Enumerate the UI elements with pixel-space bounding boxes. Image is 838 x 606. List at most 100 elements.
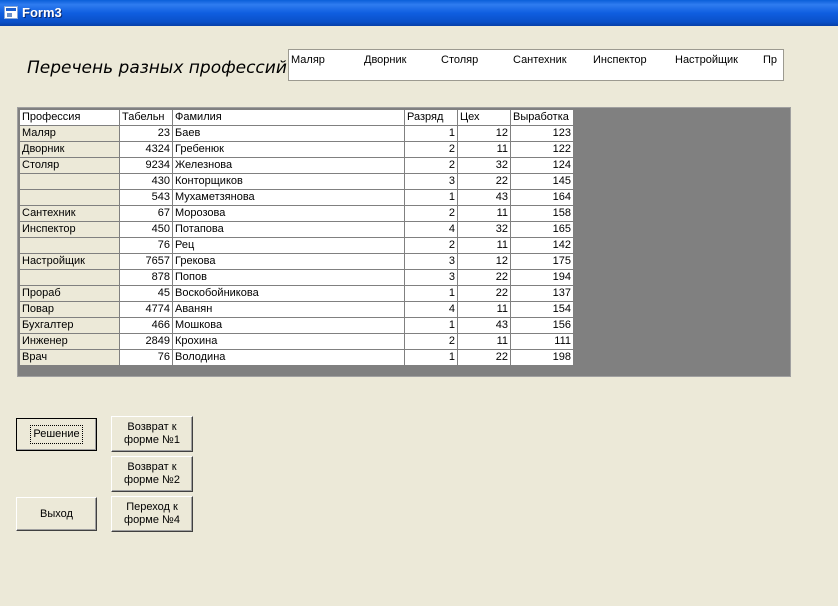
- cell-grade[interactable]: 1: [404, 285, 458, 302]
- cell-tab-number[interactable]: 4324: [119, 141, 173, 158]
- cell-surname[interactable]: Аванян: [172, 301, 405, 318]
- column-header-surname[interactable]: Фамилия: [172, 109, 405, 126]
- cell-profession[interactable]: [19, 173, 120, 190]
- table-row[interactable]: Дворник 4324 Гребенюк 2 11 122: [19, 141, 574, 158]
- cell-tab-number[interactable]: 4774: [119, 301, 173, 318]
- cell-surname[interactable]: Потапова: [172, 221, 405, 238]
- cell-workshop[interactable]: 11: [457, 141, 511, 158]
- cell-grade[interactable]: 1: [404, 317, 458, 334]
- cell-surname[interactable]: Гребенюк: [172, 141, 405, 158]
- cell-tab-number[interactable]: 76: [119, 237, 173, 254]
- list-item[interactable]: Инспектор: [593, 54, 647, 66]
- professions-listbox[interactable]: Маляр Дворник Столяр Сантехник Инспектор…: [288, 49, 784, 81]
- list-item[interactable]: Дворник: [364, 54, 406, 66]
- cell-output[interactable]: 122: [510, 141, 574, 158]
- cell-workshop[interactable]: 11: [457, 301, 511, 318]
- table-row[interactable]: 878 Попов 3 22 194: [19, 269, 574, 286]
- cell-grade[interactable]: 4: [404, 301, 458, 318]
- table-row[interactable]: Сантехник 67 Морозова 2 11 158: [19, 205, 574, 222]
- cell-surname[interactable]: Попов: [172, 269, 405, 286]
- table-row[interactable]: 76 Рец 2 11 142: [19, 237, 574, 254]
- cell-output[interactable]: 142: [510, 237, 574, 254]
- cell-profession[interactable]: Дворник: [19, 141, 120, 158]
- cell-output[interactable]: 164: [510, 189, 574, 206]
- cell-tab-number[interactable]: 878: [119, 269, 173, 286]
- cell-surname[interactable]: Рец: [172, 237, 405, 254]
- cell-workshop[interactable]: 43: [457, 189, 511, 206]
- table-row[interactable]: Бухгалтер 466 Мошкова 1 43 156: [19, 317, 574, 334]
- cell-grade[interactable]: 3: [404, 269, 458, 286]
- cell-surname[interactable]: Воскобойникова: [172, 285, 405, 302]
- cell-workshop[interactable]: 22: [457, 349, 511, 366]
- cell-surname[interactable]: Конторщиков: [172, 173, 405, 190]
- cell-workshop[interactable]: 12: [457, 253, 511, 270]
- cell-output[interactable]: 154: [510, 301, 574, 318]
- goto-form4-button[interactable]: Переход к форме №4: [111, 496, 193, 532]
- column-header-grade[interactable]: Разряд: [404, 109, 458, 126]
- column-header-profession[interactable]: Профессия: [19, 109, 120, 126]
- cell-workshop[interactable]: 11: [457, 333, 511, 350]
- cell-output[interactable]: 124: [510, 157, 574, 174]
- cell-output[interactable]: 165: [510, 221, 574, 238]
- cell-tab-number[interactable]: 2849: [119, 333, 173, 350]
- cell-output[interactable]: 198: [510, 349, 574, 366]
- cell-tab-number[interactable]: 67: [119, 205, 173, 222]
- cell-surname[interactable]: Баев: [172, 125, 405, 142]
- list-item[interactable]: Настройщик: [675, 54, 738, 66]
- cell-profession[interactable]: Врач: [19, 349, 120, 366]
- table-row[interactable]: 430 Конторщиков 3 22 145: [19, 173, 574, 190]
- table-row[interactable]: 543 Мухаметзянова 1 43 164: [19, 189, 574, 206]
- cell-output[interactable]: 145: [510, 173, 574, 190]
- cell-tab-number[interactable]: 7657: [119, 253, 173, 270]
- cell-surname[interactable]: Морозова: [172, 205, 405, 222]
- cell-tab-number[interactable]: 543: [119, 189, 173, 206]
- cell-workshop[interactable]: 32: [457, 157, 511, 174]
- cell-surname[interactable]: Мухаметзянова: [172, 189, 405, 206]
- cell-grade[interactable]: 2: [404, 157, 458, 174]
- back-to-form2-button[interactable]: Возврат к форме №2: [111, 456, 193, 492]
- cell-workshop[interactable]: 43: [457, 317, 511, 334]
- cell-workshop[interactable]: 12: [457, 125, 511, 142]
- cell-tab-number[interactable]: 450: [119, 221, 173, 238]
- list-item[interactable]: Маляр: [291, 54, 325, 66]
- cell-tab-number[interactable]: 76: [119, 349, 173, 366]
- cell-tab-number[interactable]: 430: [119, 173, 173, 190]
- table-row[interactable]: Повар 4774 Аванян 4 11 154: [19, 301, 574, 318]
- cell-surname[interactable]: Железнова: [172, 157, 405, 174]
- list-item[interactable]: Пр: [763, 54, 777, 66]
- cell-surname[interactable]: Крохина: [172, 333, 405, 350]
- cell-grade[interactable]: 2: [404, 333, 458, 350]
- cell-output[interactable]: 123: [510, 125, 574, 142]
- cell-tab-number[interactable]: 45: [119, 285, 173, 302]
- list-item[interactable]: Столяр: [441, 54, 478, 66]
- cell-output[interactable]: 111: [510, 333, 574, 350]
- cell-surname[interactable]: Володина: [172, 349, 405, 366]
- cell-workshop[interactable]: 22: [457, 173, 511, 190]
- cell-profession[interactable]: [19, 189, 120, 206]
- table-row[interactable]: Столяр 9234 Железнова 2 32 124: [19, 157, 574, 174]
- table-row[interactable]: Инженер 2849 Крохина 2 11 111: [19, 333, 574, 350]
- table-row[interactable]: Настройщик 7657 Грекова 3 12 175: [19, 253, 574, 270]
- back-to-form1-button[interactable]: Возврат к форме №1: [111, 416, 193, 452]
- exit-button[interactable]: Выход: [16, 497, 97, 531]
- title-bar[interactable]: Form3: [0, 0, 838, 26]
- cell-grade[interactable]: 3: [404, 253, 458, 270]
- cell-output[interactable]: 137: [510, 285, 574, 302]
- cell-profession[interactable]: Настройщик: [19, 253, 120, 270]
- cell-tab-number[interactable]: 23: [119, 125, 173, 142]
- cell-grade[interactable]: 2: [404, 141, 458, 158]
- cell-profession[interactable]: Сантехник: [19, 205, 120, 222]
- cell-profession[interactable]: Столяр: [19, 157, 120, 174]
- table-row[interactable]: Прораб 45 Воскобойникова 1 22 137: [19, 285, 574, 302]
- cell-tab-number[interactable]: 466: [119, 317, 173, 334]
- cell-workshop[interactable]: 22: [457, 285, 511, 302]
- table-row[interactable]: Инспектор 450 Потапова 4 32 165: [19, 221, 574, 238]
- cell-output[interactable]: 194: [510, 269, 574, 286]
- cell-workshop[interactable]: 11: [457, 205, 511, 222]
- cell-output[interactable]: 175: [510, 253, 574, 270]
- cell-profession[interactable]: Инженер: [19, 333, 120, 350]
- cell-workshop[interactable]: 11: [457, 237, 511, 254]
- cell-grade[interactable]: 1: [404, 125, 458, 142]
- cell-profession[interactable]: Бухгалтер: [19, 317, 120, 334]
- table-row[interactable]: Врач 76 Володина 1 22 198: [19, 349, 574, 366]
